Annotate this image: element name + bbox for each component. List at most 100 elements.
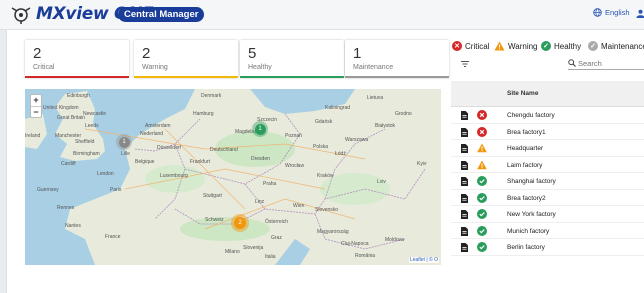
- maintenance-icon: ✓: [588, 41, 598, 51]
- healthy-status-icon: [477, 225, 487, 236]
- table-row[interactable]: Brea factory1: [451, 124, 644, 140]
- zoom-out-button[interactable]: −: [31, 106, 41, 117]
- logo-icon: [11, 7, 31, 24]
- map-label: Warszawa: [345, 137, 369, 143]
- check-icon: ✓: [541, 41, 551, 51]
- map-attribution[interactable]: Leaflet | © O: [408, 257, 439, 263]
- map-label: Cardiff: [61, 161, 76, 167]
- map-label: Denmark: [201, 93, 222, 99]
- site-name: Berlin factory: [507, 244, 545, 251]
- map-cluster-healthy[interactable]: 1: [252, 121, 268, 137]
- warning-filter-label: Warning: [508, 41, 538, 51]
- map-label: Kaliningrad: [325, 105, 351, 111]
- search-icon: [568, 59, 576, 67]
- map-label: Hamburg: [193, 111, 214, 117]
- user-icon[interactable]: [636, 9, 644, 18]
- map-label: Gdańsk: [315, 119, 333, 125]
- zoom-in-button[interactable]: +: [31, 95, 41, 106]
- healthy-summary-card[interactable]: 5 Healthy: [240, 40, 344, 78]
- app-header: MXview ONE Central Manager English: [0, 0, 644, 30]
- map-label: Newcastle: [83, 111, 107, 117]
- document-icon[interactable]: [461, 210, 468, 219]
- map-label: Łódź: [335, 151, 346, 157]
- language-selector[interactable]: English: [593, 8, 630, 17]
- document-icon[interactable]: [461, 111, 468, 120]
- map-label: Kyiv: [417, 161, 427, 167]
- map-label: Kraków: [317, 173, 334, 179]
- map-label: Poznań: [285, 133, 302, 139]
- document-icon[interactable]: [461, 177, 468, 186]
- search-input[interactable]: [578, 57, 644, 69]
- table-row[interactable]: Chengdu factory: [451, 107, 644, 124]
- map-label: Praha: [263, 181, 277, 187]
- table-row[interactable]: Berlin factory: [451, 239, 644, 256]
- map-label: Luxembourg: [160, 173, 188, 179]
- filter-healthy[interactable]: ✓ Healthy: [541, 41, 581, 51]
- filter-icon[interactable]: [461, 60, 469, 68]
- map-label: Moldova: [385, 237, 404, 243]
- map-label: France: [105, 234, 121, 240]
- map-label: Stuttgart: [203, 193, 222, 199]
- filter-warning[interactable]: Warning: [494, 41, 538, 51]
- critical-icon: ✕: [452, 41, 462, 51]
- maintenance-filter-label: Maintenance: [601, 41, 644, 51]
- warning-count: 2: [142, 45, 151, 62]
- central-manager-badge: Central Manager: [118, 7, 205, 22]
- map-label: Slovenija: [243, 245, 264, 251]
- document-icon[interactable]: [461, 144, 468, 153]
- document-icon[interactable]: [461, 226, 468, 236]
- map-label: Belgique: [135, 159, 155, 165]
- map-label: Sheffield: [75, 139, 95, 145]
- warning-status-icon: [477, 160, 487, 169]
- site-map[interactable]: + − Denmark Edinburgh United Kingdom Gre…: [25, 89, 441, 265]
- table-row[interactable]: Munich factory: [451, 223, 644, 239]
- table-row[interactable]: New York factory: [451, 206, 644, 223]
- map-label: Magyarország: [317, 229, 349, 235]
- map-label: Schweiz: [205, 217, 224, 223]
- map-label: Milano: [225, 249, 240, 255]
- cluster-count: 2: [234, 217, 246, 229]
- table-body: Chengdu factory Brea factory1 Headquarter L…: [451, 107, 644, 256]
- document-icon[interactable]: [461, 193, 468, 203]
- site-name: Brea factory2: [507, 194, 546, 202]
- maintenance-count: 1: [353, 45, 362, 62]
- table-row[interactable]: Brea factory2: [451, 190, 644, 206]
- maintenance-label: Maintenance: [353, 64, 394, 71]
- warning-icon: [494, 41, 505, 51]
- table-row[interactable]: Shanghai factory: [451, 173, 644, 190]
- document-icon[interactable]: [461, 160, 468, 170]
- map-label: Düsseldorf: [157, 145, 181, 151]
- language-label: English: [605, 8, 630, 17]
- critical-summary-card[interactable]: 2 Critical: [25, 40, 129, 78]
- globe-icon: [593, 8, 602, 17]
- healthy-status-icon: [477, 192, 487, 203]
- document-icon[interactable]: [461, 243, 468, 252]
- critical-label: Critical: [33, 64, 55, 71]
- map-label: Paris: [110, 187, 122, 193]
- map-label: Wrocław: [285, 163, 305, 169]
- critical-count: 2: [33, 45, 42, 62]
- document-icon[interactable]: [461, 127, 468, 137]
- table-header: Site Name: [451, 81, 644, 107]
- filter-critical[interactable]: ✕ Critical: [452, 41, 489, 51]
- warning-summary-card[interactable]: 2 Warning: [134, 40, 238, 78]
- maintenance-summary-card[interactable]: 1 Maintenance: [345, 40, 449, 78]
- filter-maintenance[interactable]: ✓ Maintenance: [588, 41, 644, 51]
- map-cluster-warning[interactable]: 2: [231, 214, 249, 232]
- site-name-column-header[interactable]: Site Name: [507, 90, 538, 97]
- map-label: Linz: [255, 199, 265, 205]
- map-label: Rennes: [57, 205, 75, 211]
- map-label: Italia: [265, 254, 276, 260]
- healthy-status-icon: [477, 176, 487, 186]
- table-row[interactable]: Headquarter: [451, 140, 644, 157]
- maintenance-bar: [345, 76, 449, 78]
- map-label: Amsterdam: [145, 123, 171, 129]
- map-label: Lille: [121, 151, 130, 157]
- warning-status-icon: [477, 143, 487, 153]
- search-box[interactable]: [568, 57, 644, 70]
- critical-bar: [25, 76, 129, 78]
- healthy-filter-label: Healthy: [554, 41, 582, 51]
- table-row[interactable]: Laim factory: [451, 157, 644, 173]
- map-label: Leeds: [85, 123, 99, 129]
- map-cluster-maintenance[interactable]: 1: [116, 134, 132, 150]
